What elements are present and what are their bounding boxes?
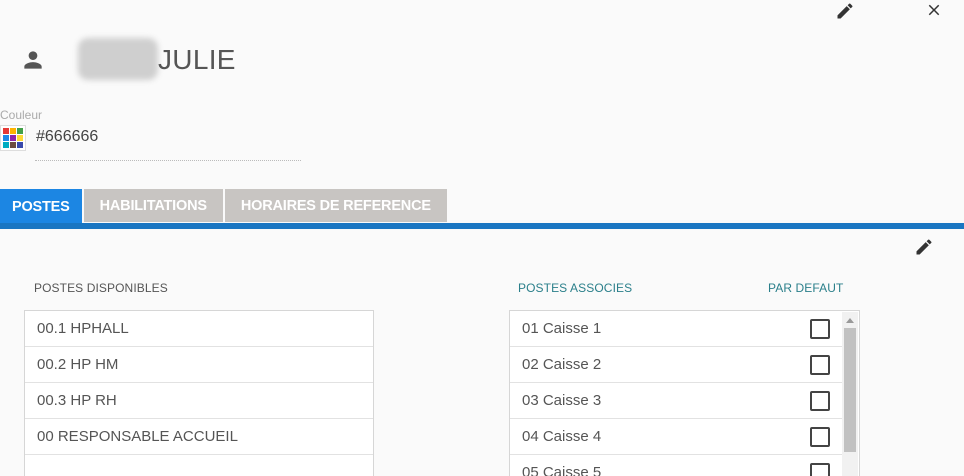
swatch-cell xyxy=(10,128,16,134)
poste-associe-label: 03 Caisse 3 xyxy=(522,392,602,409)
postes-associes-list: 01 Caisse 1 02 Caisse 2 03 Caisse 3 04 Cais… xyxy=(509,310,860,476)
redacted-name xyxy=(78,38,158,80)
swatch-cell xyxy=(10,135,16,141)
tab-indicator xyxy=(0,223,964,229)
close-button[interactable] xyxy=(921,0,947,23)
swatch-cell xyxy=(3,135,9,141)
poste-disponible-item[interactable]: 00 RESPONSABLE ACCUEIL xyxy=(25,419,373,455)
swatch-cell xyxy=(3,128,9,134)
swatch-cell xyxy=(17,142,23,148)
color-value-field[interactable]: #666666 xyxy=(36,128,98,146)
par-defaut-checkbox[interactable] xyxy=(810,427,830,447)
par-defaut-checkbox[interactable] xyxy=(810,355,830,375)
poste-disponible-item[interactable]: 00.1 HPHALL xyxy=(25,311,373,347)
swatch-cell xyxy=(10,142,16,148)
tab-postes[interactable]: POSTES xyxy=(0,189,82,224)
poste-associe-item[interactable]: 04 Caisse 4 xyxy=(510,419,842,455)
poste-associe-item[interactable]: 03 Caisse 3 xyxy=(510,383,842,419)
par-defaut-checkbox[interactable] xyxy=(810,391,830,411)
poste-associe-item[interactable]: 02 Caisse 2 xyxy=(510,347,842,383)
person-icon xyxy=(20,46,46,74)
par-defaut-checkbox[interactable] xyxy=(810,463,830,476)
tab-habilitations[interactable]: HABILITATIONS xyxy=(83,189,223,222)
poste-associe-item[interactable]: 01 Caisse 1 xyxy=(510,311,842,347)
color-picker-button[interactable] xyxy=(0,125,26,151)
poste-associe-label: 04 Caisse 4 xyxy=(522,428,602,445)
poste-disponible-item[interactable]: 00.3 HP RH xyxy=(25,383,373,419)
couleur-label: Couleur xyxy=(0,108,43,122)
scrollbar-thumb[interactable] xyxy=(844,328,856,452)
postes-disponibles-list: 00.1 HPHALL 00.2 HP HM 00.3 HP RH 00 RESPON… xyxy=(24,310,374,476)
tab-bar: POSTES HABILITATIONS HORAIRES DE REFERENCE xyxy=(0,189,447,224)
swatch-cell xyxy=(17,128,23,134)
poste-associe-label: 01 Caisse 1 xyxy=(522,320,602,337)
edit-header-button[interactable] xyxy=(832,0,858,24)
swatch-cell xyxy=(17,135,23,141)
swatch-cell xyxy=(3,142,9,148)
close-icon xyxy=(928,4,940,16)
poste-disponible-item[interactable]: 00.2 HP HM xyxy=(25,347,373,383)
poste-associe-label: 05 Caisse 5 xyxy=(522,464,602,476)
pencil-icon xyxy=(916,239,932,255)
scroll-up-arrow-icon[interactable] xyxy=(844,314,856,326)
par-defaut-checkbox[interactable] xyxy=(810,319,830,339)
postes-disponibles-label: POSTES DISPONIBLES xyxy=(34,281,168,295)
tab-horaires-de-reference[interactable]: HORAIRES DE REFERENCE xyxy=(224,189,447,222)
poste-disponible-item[interactable] xyxy=(25,455,373,476)
color-field-underline xyxy=(35,160,301,161)
employee-name: JULIE xyxy=(158,44,236,75)
poste-associe-label: 02 Caisse 2 xyxy=(522,356,602,373)
edit-postes-button[interactable] xyxy=(911,234,937,260)
par-defaut-label: PAR DEFAUT xyxy=(768,281,844,295)
pencil-icon xyxy=(837,3,853,19)
poste-associe-item[interactable]: 05 Caisse 5 xyxy=(510,455,842,476)
postes-associes-label: POSTES ASSOCIES xyxy=(518,281,633,295)
